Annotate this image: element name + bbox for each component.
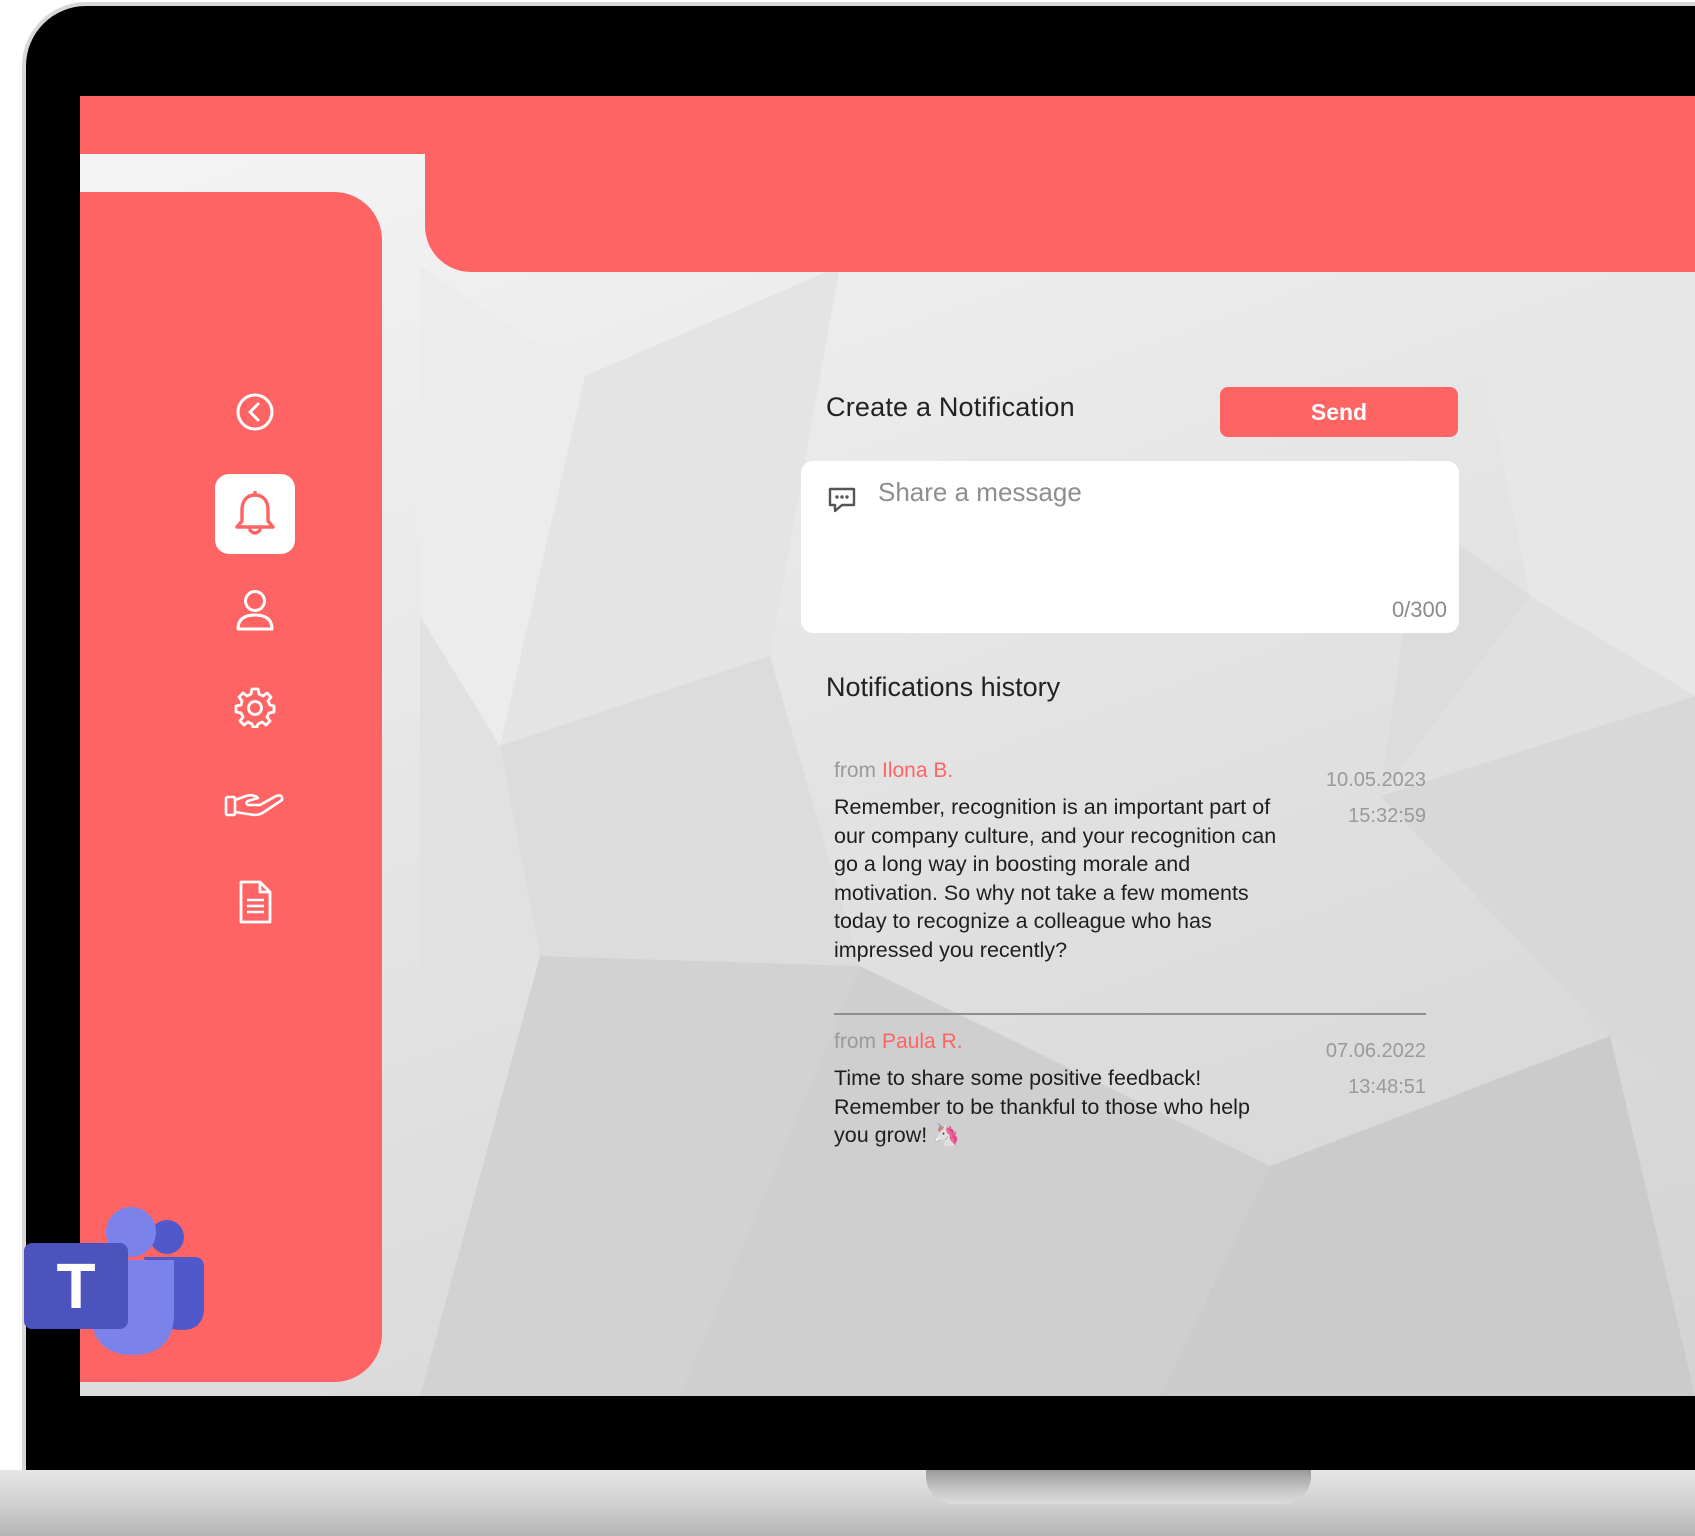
header-band: [425, 96, 1695, 272]
sidebar-item-notifications[interactable]: [215, 474, 295, 554]
back-icon: [236, 393, 274, 431]
sidebar-item-recognition[interactable]: [215, 764, 295, 844]
giving-hand-icon: [224, 794, 284, 817]
laptop-hinge: [926, 1470, 1311, 1504]
history-item-message: Time to share some positive feedback! Re…: [834, 1066, 1250, 1148]
author-name[interactable]: Ilona B.: [882, 759, 953, 782]
sidebar: [80, 192, 382, 1382]
history-title: Notifications history: [826, 672, 1061, 702]
user-icon: [236, 590, 274, 631]
history-item-date: 07.06.2022: [1325, 1040, 1426, 1062]
app-screen: Create a Notification Send 0/300 Notific…: [80, 96, 1695, 1396]
sidebar-item-profile[interactable]: [215, 570, 295, 650]
sidebar-item-back[interactable]: [215, 372, 295, 452]
sidebar-item-settings[interactable]: [215, 667, 295, 747]
send-button[interactable]: Send: [1220, 387, 1458, 437]
history-item: from Ilona B. Remember, recognition is an…: [834, 759, 1426, 965]
sidebar-item-reports[interactable]: [215, 862, 295, 942]
message-box: 0/300: [801, 461, 1459, 633]
svg-text:T: T: [56, 1250, 95, 1322]
history-item-message: Remember, recognition is an important pa…: [834, 795, 1277, 962]
history-item: from Paula R. Time to share some positive…: [834, 1030, 1426, 1150]
gear-icon: [234, 687, 276, 728]
author-name[interactable]: Paula R.: [882, 1030, 963, 1053]
character-counter: 0/300: [1391, 597, 1447, 622]
history-item-date: 10.05.2023: [1325, 769, 1426, 791]
bell-icon: [235, 491, 275, 535]
history-divider: [834, 1013, 1426, 1015]
chat-icon: [828, 487, 856, 513]
from-label: from: [834, 759, 876, 782]
history-item-time: 13:48:51: [1348, 1076, 1426, 1098]
from-label: from: [834, 1030, 876, 1053]
header-band-left: [80, 96, 425, 154]
history-item-time: 15:32:59: [1348, 805, 1426, 827]
laptop-base: [0, 1470, 1695, 1536]
compose-title: Create a Notification: [826, 392, 1075, 422]
document-icon: [239, 880, 272, 924]
teams-logo-icon: T: [24, 1207, 204, 1355]
message-input[interactable]: [876, 475, 1436, 585]
